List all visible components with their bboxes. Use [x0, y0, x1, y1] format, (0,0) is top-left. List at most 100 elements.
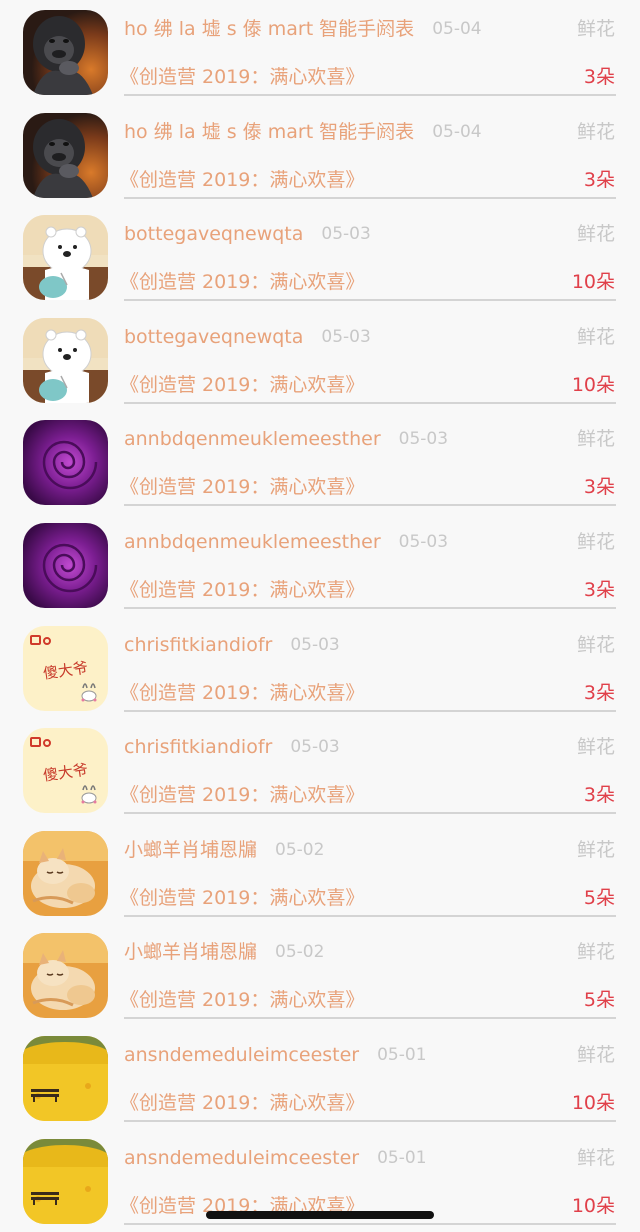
- gift-date: 05-01: [377, 1147, 427, 1168]
- gift-date: 05-03: [321, 224, 371, 245]
- sticker-avatar[interactable]: 傻大爷: [23, 728, 108, 814]
- username[interactable]: bottegaveqnewqta: [124, 219, 303, 249]
- gift-record-list: ho 绋 la 墟 s 傣 mart 智能手阏表 05-04 鲜花 《创造营 2019…: [0, 0, 640, 1232]
- row-divider: [124, 299, 616, 302]
- username-line: chrisfitkiandiofr 05-03: [124, 732, 340, 762]
- username-line: chrisfitkiandiofr 05-03: [124, 630, 340, 660]
- program-title: 《创造营 2019：满心欢喜》: [120, 681, 365, 704]
- flower-count: 3朵: [583, 579, 615, 601]
- gift-date: 05-03: [290, 634, 340, 655]
- gift-type-label: 鲜花: [576, 838, 615, 861]
- username-line: ansndemeduleimceester 05-01: [124, 1040, 427, 1070]
- flower-count: 3朵: [583, 66, 615, 88]
- program-title: 《创造营 2019：满心欢喜》: [120, 373, 365, 396]
- row-divider: [124, 812, 616, 815]
- list-item[interactable]: ho 绋 la 墟 s 傣 mart 智能手阏表 05-04 鲜花《创造营 2019…: [0, 0, 640, 103]
- flower-count: 10朵: [571, 1194, 615, 1217]
- purple-rose-avatar[interactable]: [23, 523, 108, 608]
- username[interactable]: chrisfitkiandiofr: [124, 630, 272, 660]
- flower-count: 3朵: [583, 784, 615, 807]
- row-divider: [124, 607, 616, 609]
- row-divider: [124, 401, 616, 404]
- gift-type-label: 鲜花: [576, 531, 615, 553]
- list-item[interactable]: bottegaveqnewqta 05-03 鲜花 《创造营 2019：满心欢喜》 10…: [0, 205, 640, 308]
- gift-type-label: 鲜花: [576, 941, 615, 964]
- gorilla-avatar[interactable]: [23, 10, 108, 95]
- username[interactable]: 小螂羊肖埔恩牖: [124, 835, 257, 865]
- gift-date: 05-02: [275, 839, 325, 860]
- username[interactable]: annbdqenmeuklemeesther: [124, 527, 381, 557]
- list-item[interactable]: 傻大爷 chrisfitkiandiofr 05-03 鲜花《创造营 2019：满心…: [0, 718, 640, 821]
- username-line: ho 绋 la 墟 s 傣 mart 智能手阏表 05-04: [124, 117, 482, 147]
- flower-count: 5朵: [583, 886, 615, 909]
- cat-avatar[interactable]: [23, 830, 108, 916]
- gorilla-avatar[interactable]: [23, 112, 108, 198]
- list-item[interactable]: 小螂羊肖埔恩牖 05-02 鲜花《创造营 2019：满心欢喜》 5朵: [0, 821, 640, 924]
- list-item[interactable]: annbdqenmeuklemeesther 05-03 鲜花《创造营 2019：满…: [0, 513, 640, 616]
- username[interactable]: ho 绋 la 墟 s 傣 mart 智能手阏表: [124, 117, 414, 147]
- program-title: 《创造营 2019：满心欢喜》: [120, 66, 365, 88]
- row-divider: [124, 1017, 616, 1020]
- gift-type-label: 鲜花: [576, 120, 615, 143]
- list-item[interactable]: 傻大爷 chrisfitkiandiofr 05-03 鲜花《创造营 2019：满心…: [0, 616, 640, 719]
- row-divider: [124, 914, 616, 917]
- program-title: 《创造营 2019：满心欢喜》: [120, 784, 365, 807]
- gift-type-label: 鲜花: [576, 633, 615, 656]
- list-item[interactable]: 小螂羊肖埔恩牖 05-02 鲜花 《创造营 2019：满心欢喜》 5朵: [0, 923, 640, 1026]
- flower-count: 10朵: [571, 373, 615, 396]
- autumn-bench-avatar[interactable]: [23, 1036, 108, 1121]
- username-line: ansndemeduleimceester 05-01: [124, 1143, 427, 1173]
- polar-bear-avatar[interactable]: [23, 317, 108, 403]
- username-line: annbdqenmeuklemeesther 05-03: [124, 424, 448, 454]
- row-divider: [124, 709, 616, 712]
- row-divider: [124, 1222, 616, 1225]
- gift-date: 05-03: [321, 326, 371, 347]
- flower-count: 3朵: [583, 168, 615, 191]
- gift-date: 05-02: [275, 942, 325, 963]
- list-item[interactable]: bottegaveqnewqta 05-03 鲜花《创造营 2019：满心欢喜》 10…: [0, 308, 640, 411]
- gift-date: 05-04: [432, 121, 482, 142]
- list-item[interactable]: ho 绋 la 墟 s 傣 mart 智能手阏表 05-04 鲜花 《创造营 2019…: [0, 103, 640, 206]
- polar-bear-avatar[interactable]: [23, 215, 108, 301]
- flower-count: 10朵: [571, 1092, 615, 1114]
- gift-type-label: 鲜花: [576, 736, 615, 759]
- gift-type-label: 鲜花: [576, 428, 615, 451]
- home-indicator[interactable]: [206, 1211, 434, 1219]
- program-title: 《创造营 2019：满心欢喜》: [120, 886, 365, 909]
- program-title: 《创造营 2019：满心欢喜》: [120, 476, 365, 499]
- sticker-avatar[interactable]: 傻大爷: [23, 625, 108, 711]
- username-line: 小螂羊肖埔恩牖 05-02: [124, 835, 324, 865]
- gift-type-label: 鲜花: [576, 223, 615, 246]
- gift-date: 05-03: [398, 429, 449, 450]
- username[interactable]: ho 绋 la 墟 s 傣 mart 智能手阏表: [124, 14, 414, 44]
- gift-type-label: 鲜花: [576, 18, 615, 40]
- program-title: 《创造营 2019：满心欢喜》: [120, 271, 365, 294]
- row-divider: [124, 94, 616, 96]
- gift-date: 05-03: [290, 737, 340, 758]
- gift-type-label: 鲜花: [576, 1044, 615, 1066]
- row-divider: [124, 1120, 616, 1122]
- username[interactable]: ansndemeduleimceester: [124, 1143, 359, 1173]
- username-line: ho 绋 la 墟 s 傣 mart 智能手阏表 05-04: [124, 14, 482, 44]
- program-title: 《创造营 2019：满心欢喜》: [120, 989, 365, 1012]
- gift-type-label: 鲜花: [576, 325, 615, 348]
- cat-avatar[interactable]: [23, 933, 108, 1019]
- list-item[interactable]: annbdqenmeuklemeesther 05-03 鲜花《创造营 2019：满…: [0, 410, 640, 513]
- row-divider: [124, 504, 616, 507]
- list-item[interactable]: ansndemeduleimceester 05-01 鲜花《创造营 2019：满心…: [0, 1026, 640, 1129]
- program-title: 《创造营 2019：满心欢喜》: [120, 579, 365, 601]
- username-line: bottegaveqnewqta 05-03: [124, 322, 371, 352]
- username[interactable]: bottegaveqnewqta: [124, 322, 303, 352]
- program-title: 《创造营 2019：满心欢喜》: [120, 1092, 365, 1114]
- username[interactable]: chrisfitkiandiofr: [124, 732, 272, 762]
- gift-date: 05-01: [377, 1045, 427, 1065]
- gift-date: 05-03: [398, 532, 449, 552]
- username-line: bottegaveqnewqta 05-03: [124, 219, 371, 249]
- purple-rose-avatar[interactable]: [23, 420, 108, 506]
- autumn-bench-avatar[interactable]: [23, 1138, 108, 1224]
- gift-date: 05-04: [432, 19, 482, 39]
- gift-type-label: 鲜花: [576, 1146, 615, 1169]
- username[interactable]: ansndemeduleimceester: [124, 1040, 359, 1070]
- username[interactable]: 小螂羊肖埔恩牖: [124, 937, 257, 967]
- username[interactable]: annbdqenmeuklemeesther: [124, 424, 381, 454]
